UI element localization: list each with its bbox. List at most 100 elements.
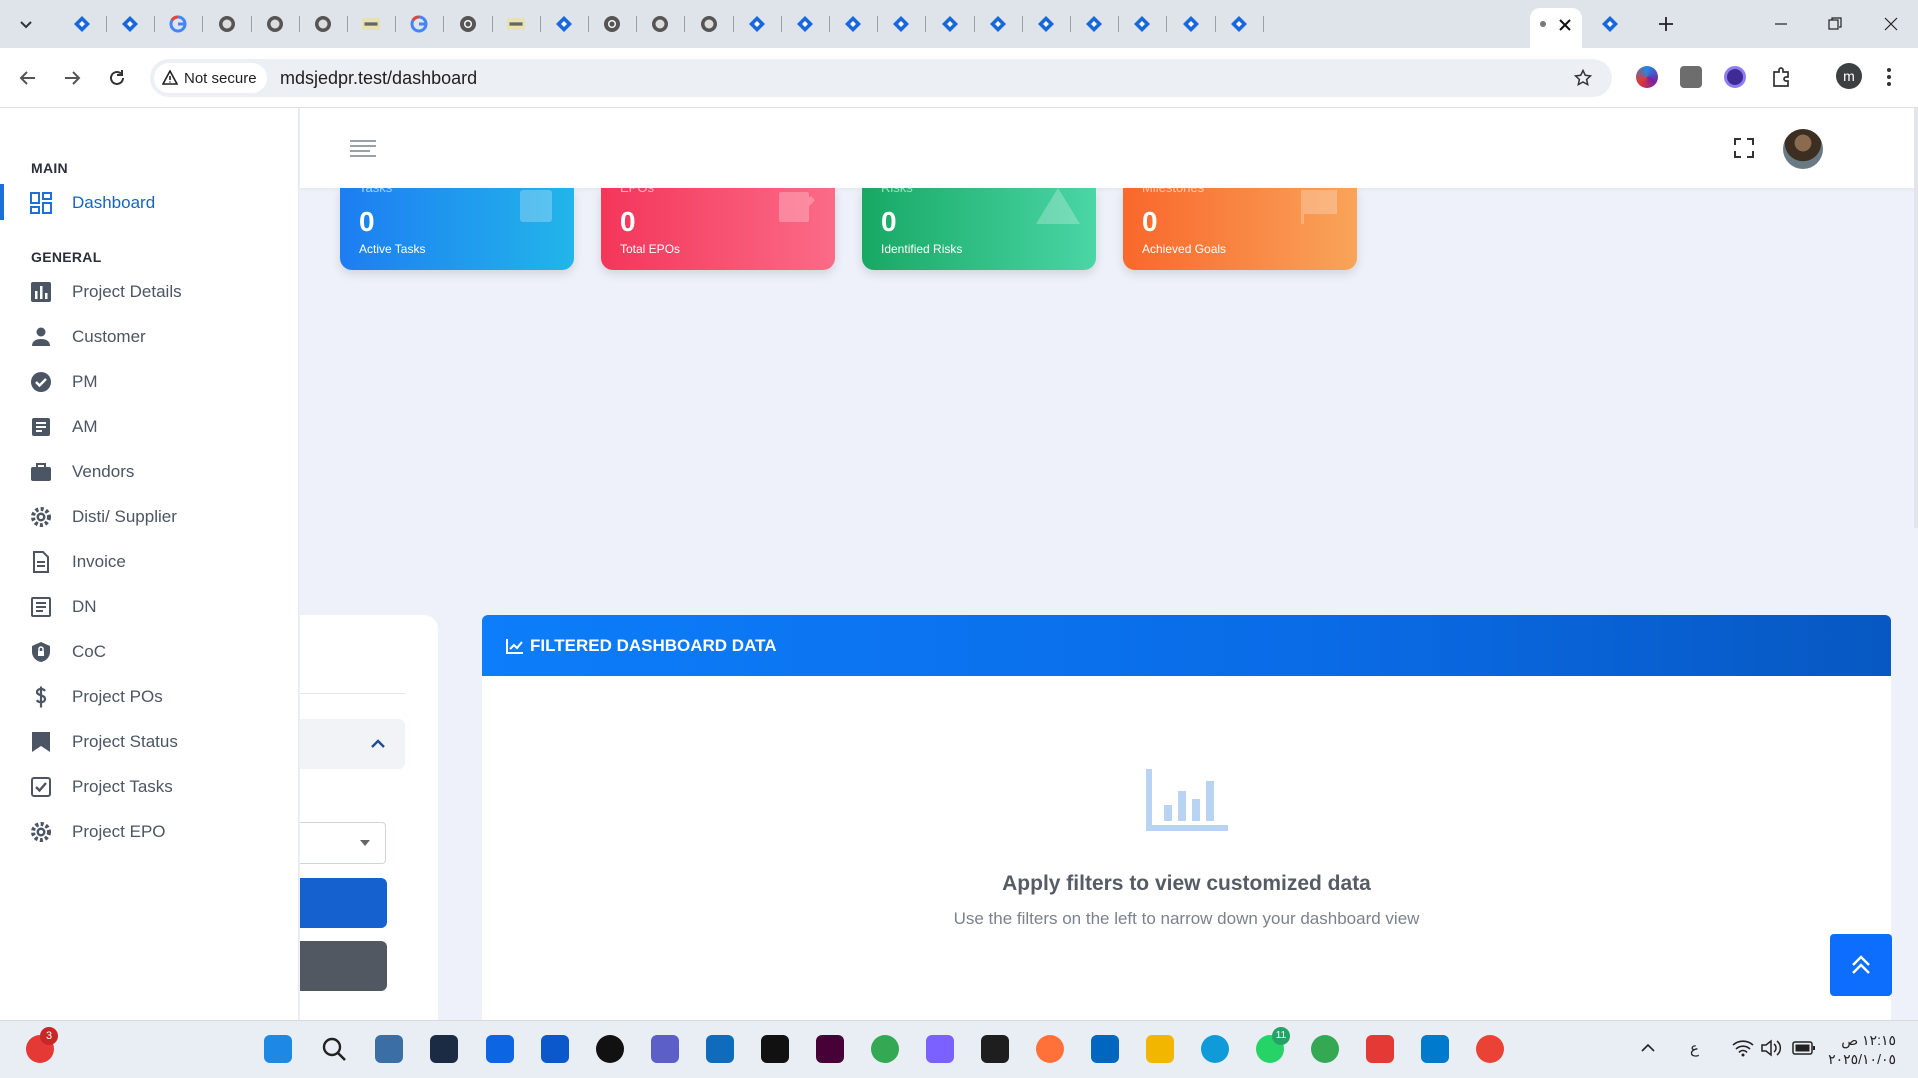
menu-icon[interactable] [350, 139, 376, 157]
browser-tab[interactable] [158, 8, 198, 40]
sidebar-item-coc[interactable]: CoC [0, 631, 298, 671]
taskbar-task-view[interactable] [373, 1033, 405, 1065]
extension-copilot-icon[interactable] [1636, 66, 1658, 88]
taskbar-xd[interactable] [814, 1033, 846, 1065]
browser-tab[interactable] [640, 8, 680, 40]
user-avatar[interactable] [1783, 129, 1823, 169]
star-icon[interactable] [1574, 69, 1592, 87]
taskbar-chrome-profile[interactable] [1309, 1033, 1341, 1065]
apply-filters-button[interactable] [300, 878, 387, 928]
browser-tab[interactable] [207, 8, 247, 40]
sidebar-item-vendors[interactable]: Vendors [0, 451, 298, 491]
scroll-to-top-button[interactable] [1830, 934, 1892, 996]
stat-card[interactable]: EPOs 0 Total EPOs [601, 188, 835, 270]
sidebar-item-project-details[interactable]: Project Details [0, 271, 298, 311]
close-window-button[interactable] [1876, 8, 1906, 40]
active-tab[interactable] [1530, 8, 1582, 48]
taskbar-outlook-new[interactable] [704, 1033, 736, 1065]
sidebar-item-pm[interactable]: PM [0, 361, 298, 401]
taskbar-terminal[interactable] [428, 1033, 460, 1065]
browser-tab[interactable] [399, 8, 439, 40]
taskbar-webex[interactable] [759, 1033, 791, 1065]
taskbar-store[interactable] [1089, 1033, 1121, 1065]
browser-tab[interactable] [255, 8, 295, 40]
browser-tab[interactable] [978, 8, 1018, 40]
sidebar-item-invoice[interactable]: Invoice [0, 541, 298, 581]
filter-select[interactable] [300, 822, 386, 864]
back-icon[interactable] [18, 68, 38, 88]
filter-accordion-header[interactable] [300, 719, 405, 769]
reset-filters-button[interactable] [300, 941, 387, 991]
restore-button[interactable] [1820, 8, 1850, 40]
input-language[interactable]: ع [1690, 1039, 1699, 1057]
battery-icon[interactable] [1792, 1040, 1816, 1056]
security-chip[interactable]: Not secure [154, 63, 267, 93]
taskbar-trello[interactable] [484, 1033, 516, 1065]
taskbar-search[interactable] [318, 1033, 350, 1065]
browser-tab[interactable] [737, 8, 777, 40]
browser-tab[interactable] [833, 8, 873, 40]
taskbar-start[interactable] [262, 1033, 294, 1065]
sidebar-item-project-status[interactable]: Project Status [0, 721, 298, 761]
url-text[interactable]: mdsjedpr.test/dashboard [280, 59, 477, 97]
sidebar-item-disti-supplier[interactable]: Disti/ Supplier [0, 496, 298, 536]
sidebar-item-am[interactable]: AM [0, 406, 298, 446]
taskbar-heidi[interactable] [1364, 1033, 1396, 1065]
browser-tab[interactable] [1219, 8, 1259, 40]
sidebar-item-project-epo[interactable]: Project EPO [0, 811, 298, 851]
more-vert-icon[interactable] [1886, 66, 1892, 88]
browser-tab[interactable] [351, 8, 391, 40]
new-tab-button[interactable] [1652, 8, 1680, 40]
minimize-button[interactable] [1766, 8, 1796, 40]
fullscreen-icon[interactable] [1734, 138, 1754, 158]
wifi-icon[interactable] [1732, 1039, 1754, 1057]
taskbar-teams[interactable] [649, 1033, 681, 1065]
sidebar-item-project-pos[interactable]: Project POs [0, 676, 298, 716]
tab-jira[interactable] [1596, 8, 1624, 40]
taskbar-app-red[interactable]: 3 [24, 1027, 58, 1065]
forward-icon[interactable] [62, 68, 82, 88]
taskbar-outlook[interactable] [539, 1033, 571, 1065]
chevron-up-icon[interactable] [1640, 1043, 1656, 1053]
extension-screen-icon[interactable] [1680, 66, 1702, 88]
browser-tab[interactable] [1171, 8, 1211, 40]
browser-tab[interactable] [1074, 8, 1114, 40]
reload-icon[interactable] [107, 68, 127, 88]
taskbar-chrome-active[interactable] [1474, 1033, 1506, 1065]
system-clock[interactable]: ١٢:١٥ ص ٢٠٢٥/١٠/٠٥ [1828, 1031, 1896, 1069]
tab-search-button[interactable] [12, 8, 40, 40]
sidebar-item-dn[interactable]: DN [0, 586, 298, 626]
browser-tab[interactable] [785, 8, 825, 40]
browser-tab[interactable] [110, 8, 150, 40]
taskbar-chrome[interactable] [869, 1033, 901, 1065]
taskbar-figma[interactable] [979, 1033, 1011, 1065]
sidebar-item-customer[interactable]: Customer [0, 316, 298, 356]
taskbar-files[interactable] [1144, 1033, 1176, 1065]
profile-avatar[interactable]: m [1836, 63, 1862, 89]
browser-tab[interactable] [303, 8, 343, 40]
address-bar[interactable]: Not secure mdsjedpr.test/dashboard [150, 59, 1612, 97]
browser-tab[interactable] [592, 8, 632, 40]
browser-tab[interactable] [448, 8, 488, 40]
taskbar-firefox[interactable] [1034, 1033, 1066, 1065]
sidebar-item-project-tasks[interactable]: Project Tasks [0, 766, 298, 806]
browser-tab[interactable] [1026, 8, 1066, 40]
page-scrollbar[interactable] [1914, 108, 1918, 528]
stat-card[interactable]: Tasks 0 Active Tasks [340, 188, 574, 270]
taskbar-tiktok[interactable] [594, 1033, 626, 1065]
close-icon[interactable] [1558, 18, 1572, 32]
browser-tab[interactable] [62, 8, 102, 40]
extension-face-icon[interactable] [1724, 66, 1746, 88]
taskbar-copilot[interactable] [924, 1033, 956, 1065]
browser-tab[interactable] [496, 8, 536, 40]
puzzle-icon[interactable] [1770, 66, 1792, 88]
browser-tab[interactable] [881, 8, 921, 40]
taskbar-edge[interactable] [1199, 1033, 1231, 1065]
stat-card[interactable]: Risks 0 Identified Risks [862, 188, 1096, 270]
browser-tab[interactable] [1122, 8, 1162, 40]
browser-tab[interactable] [544, 8, 584, 40]
sidebar-item-dashboard[interactable]: Dashboard [0, 182, 298, 222]
taskbar-whatsapp[interactable]: 11 [1254, 1027, 1290, 1065]
taskbar-vscode[interactable] [1419, 1033, 1451, 1065]
volume-icon[interactable] [1760, 1039, 1782, 1057]
